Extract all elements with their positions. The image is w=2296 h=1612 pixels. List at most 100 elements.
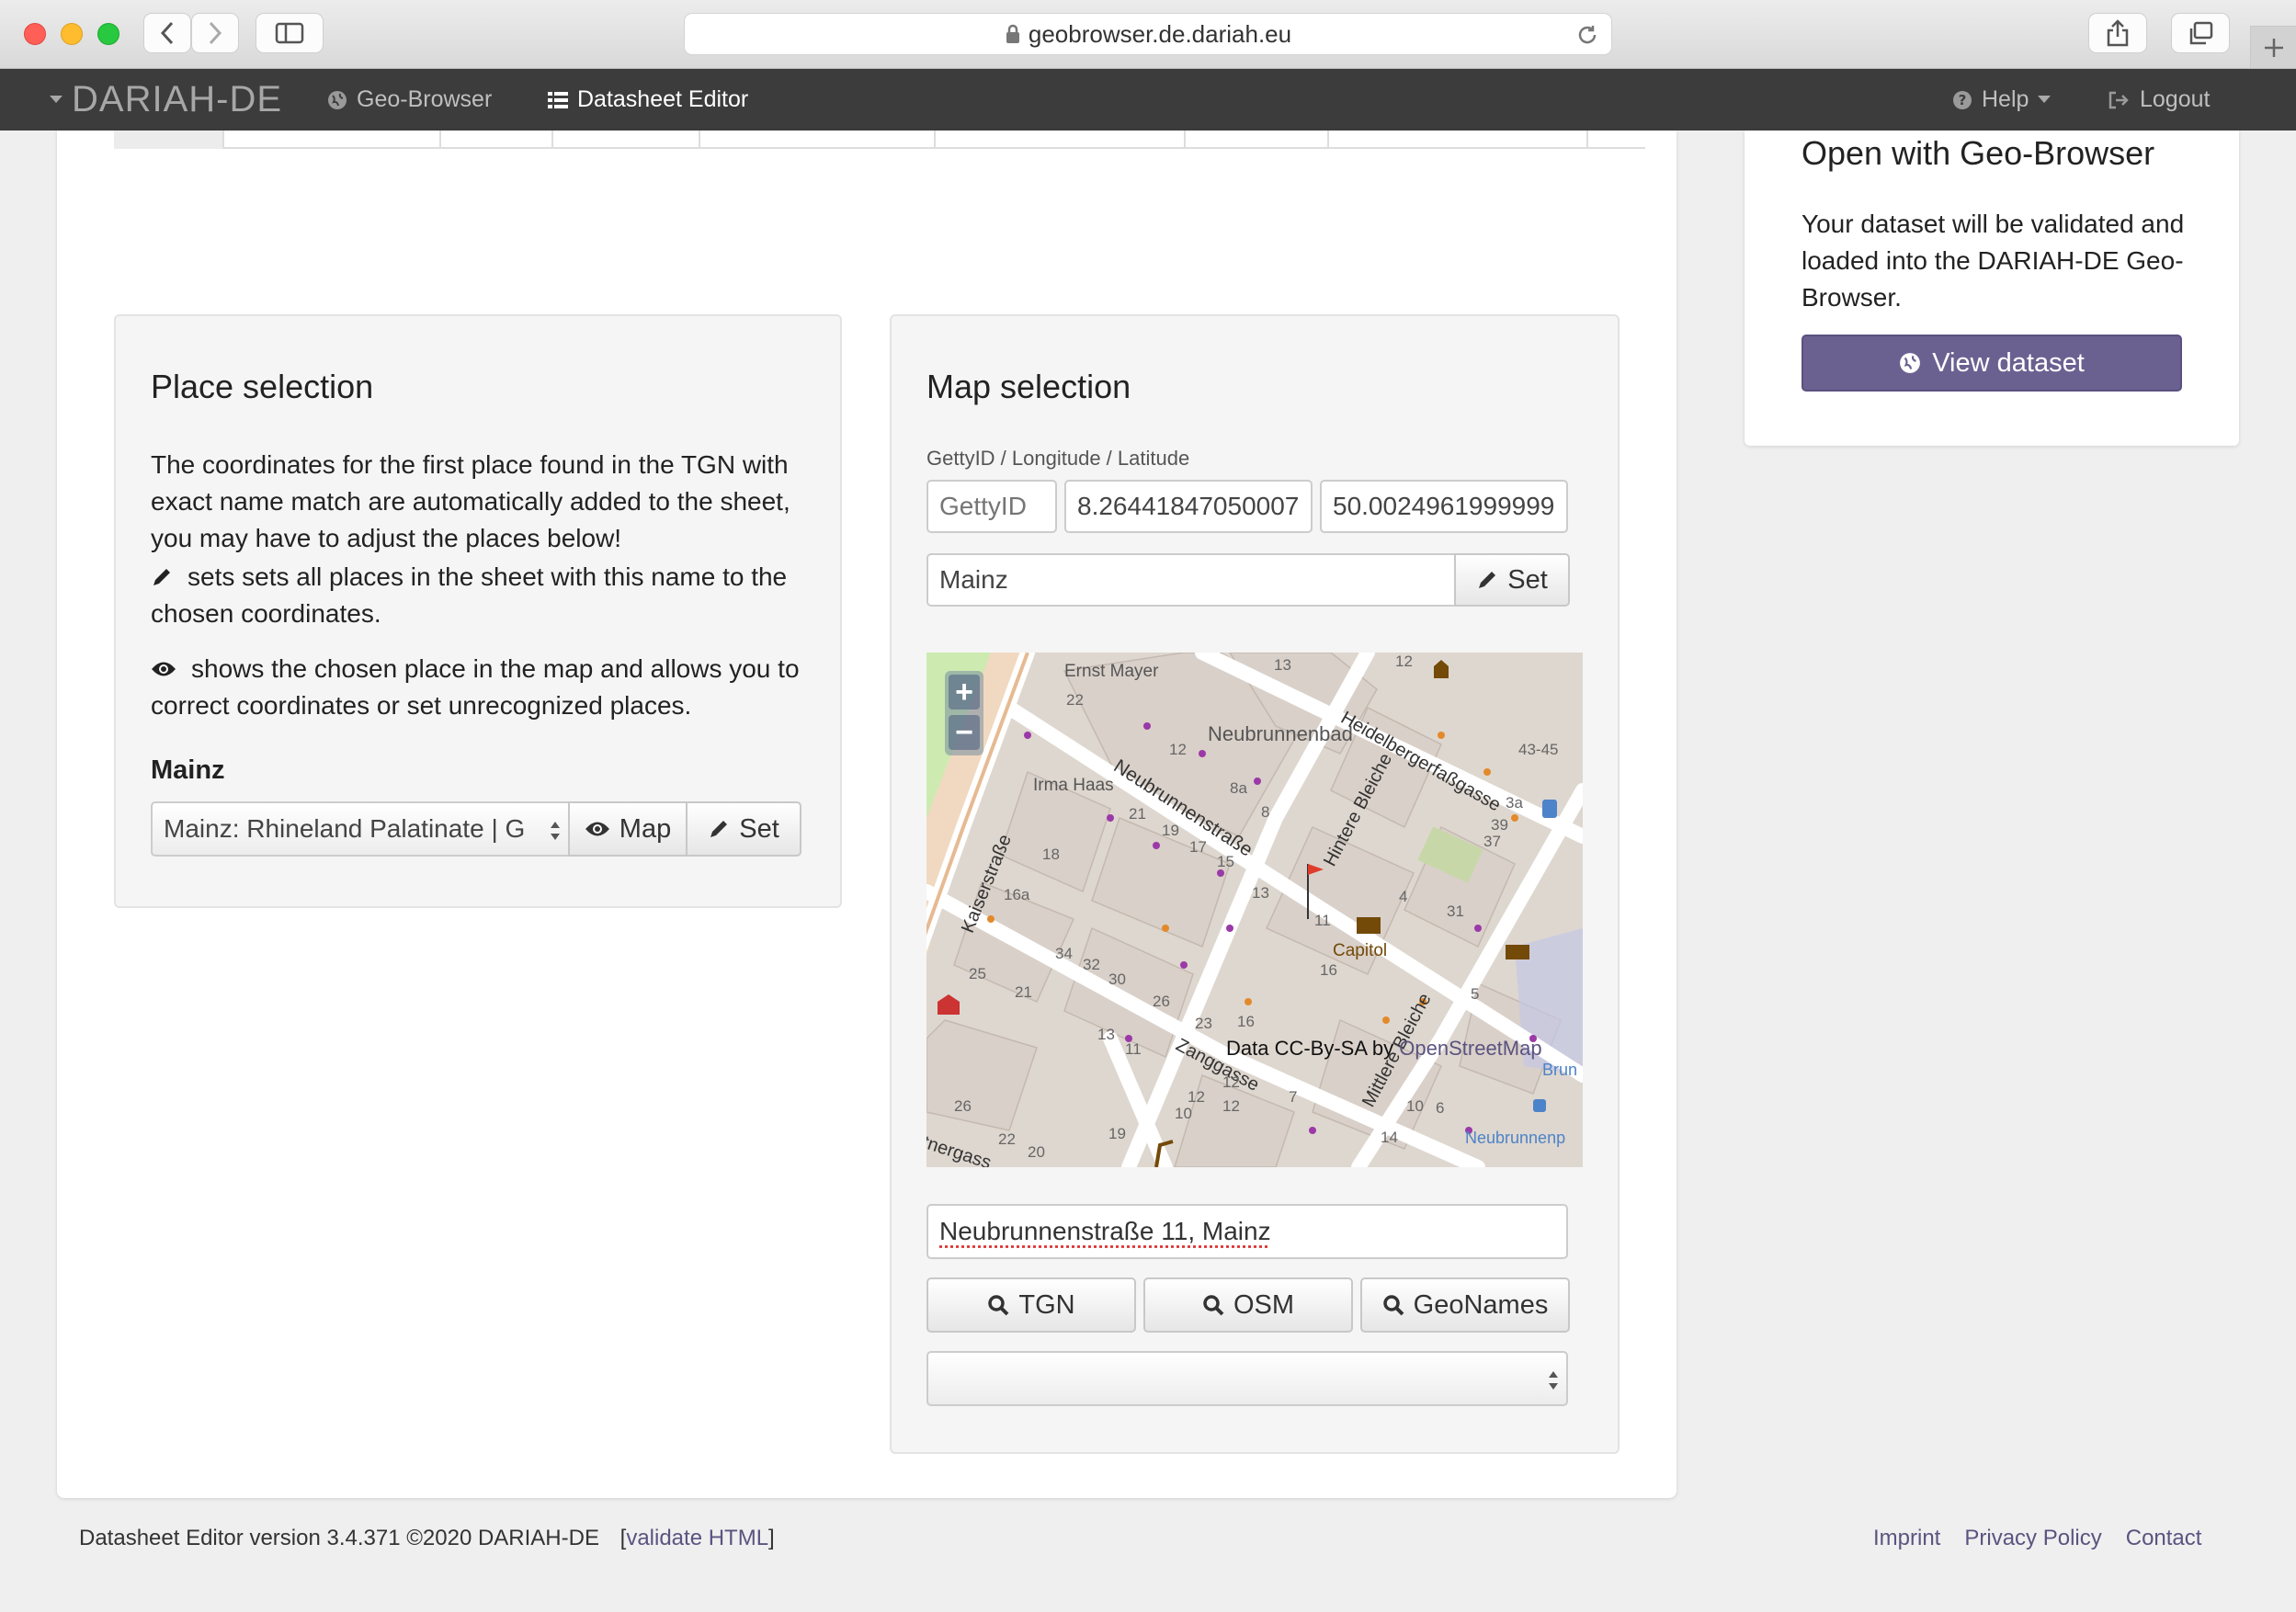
tabs-overview-button[interactable] [2171, 13, 2230, 53]
map-house-number: 30 [1108, 971, 1126, 988]
open-with-geobrowser-card: Open with Geo-Browser Your dataset will … [1745, 131, 2239, 446]
map-house-number: 22 [998, 1130, 1016, 1148]
globe-icon [1900, 353, 1921, 373]
map-label: Neubrunnenp [1465, 1129, 1566, 1147]
map-label: Neubrunnenbad [1208, 722, 1353, 745]
map-house-number: 11 [1125, 1040, 1142, 1058]
nav-item-label: Geo-Browser [357, 86, 493, 112]
place-set-button[interactable]: Set [686, 801, 801, 857]
eye-icon [152, 662, 176, 676]
map-house-number: 26 [1153, 993, 1170, 1010]
map-house-number: 12 [1188, 1088, 1205, 1106]
place-selection-panel: Place selection The coordinates for the … [114, 314, 842, 908]
map-house-number: 21 [1015, 983, 1032, 1001]
map-house-number: 12 [1222, 1097, 1240, 1115]
map-place-input[interactable]: Mainz [926, 553, 1458, 607]
getty-id-field[interactable] [928, 482, 1055, 531]
zoom-control: + − [945, 671, 983, 755]
table-remnant [114, 131, 1645, 149]
help-label: Help [1982, 86, 2029, 112]
map-house-number: 25 [969, 965, 986, 982]
map-label: Capitol [1333, 941, 1388, 960]
map-set-label: Set [1507, 564, 1548, 595]
map-house-number: 34 [1055, 945, 1073, 962]
map-house-number: 15 [1217, 853, 1234, 870]
address-search-input[interactable]: Neubrunnenstraße 11, Mainz [926, 1204, 1568, 1259]
address-bar[interactable]: geobrowser.de.dariah.eu [684, 13, 1612, 55]
plus-icon [2264, 38, 2283, 57]
zoom-in-button[interactable]: + [949, 675, 980, 710]
map-house-number: 19 [1162, 822, 1179, 839]
browser-toolbar: geobrowser.de.dariah.eu [0, 0, 2296, 69]
forward-button[interactable] [191, 13, 239, 53]
main-content-card: Place selection The coordinates for the … [57, 131, 1677, 1498]
osm-search-button[interactable]: OSM [1143, 1277, 1353, 1333]
close-window-button[interactable] [24, 23, 46, 45]
new-tab-button[interactable] [2250, 26, 2296, 68]
view-dataset-button[interactable]: View dataset [1802, 335, 2182, 392]
map-house-number: 8 [1261, 803, 1270, 821]
zoom-out-button[interactable]: − [949, 715, 980, 750]
version-text: Datasheet Editor version 3.4.371 ©2020 D… [79, 1526, 599, 1550]
privacy-policy-link[interactable]: Privacy Policy [1964, 1526, 2101, 1551]
view-dataset-label: View dataset [1932, 347, 2085, 378]
latitude-value: 50.0024961999999 [1333, 492, 1555, 520]
map-house-number: 31 [1447, 902, 1464, 920]
map-house-number: 3a [1506, 794, 1523, 812]
osm-map[interactable]: Ernst Mayer Neubrunnenbad Heidelbergerfa… [926, 653, 1583, 1167]
map-house-number: 20 [1028, 1143, 1045, 1161]
sidebar-text: Your dataset will be validated and loade… [1802, 210, 2185, 312]
nav-item-label: Datasheet Editor [577, 86, 749, 112]
validate-html-link[interactable]: validate HTML [626, 1526, 768, 1550]
map-house-number: 16 [1320, 961, 1337, 979]
tabs-icon [2189, 21, 2213, 45]
nav-item-geo-browser[interactable]: Geo-Browser [327, 69, 492, 131]
latitude-input[interactable]: 50.0024961999999 [1320, 480, 1568, 533]
sidebar-toggle-button[interactable] [256, 13, 324, 53]
search-results-select[interactable] [926, 1351, 1568, 1406]
list-icon [548, 91, 568, 108]
map-house-number: 13 [1274, 656, 1291, 674]
share-button[interactable] [2088, 13, 2147, 53]
map-house-number: 10 [1406, 1097, 1424, 1115]
openstreetmap-link[interactable]: OpenStreetMap [1399, 1037, 1541, 1060]
select-arrows-icon [551, 822, 560, 840]
maximize-window-button[interactable] [97, 23, 119, 45]
map-house-number: 16 [1237, 1013, 1255, 1030]
svg-text:?: ? [1959, 92, 1967, 108]
map-set-button[interactable]: Set [1454, 553, 1570, 607]
place-candidate-select[interactable]: Mainz: Rhineland Palatinate | G [151, 801, 570, 857]
caret-down-icon [2038, 96, 2052, 103]
search-icon [1382, 1295, 1404, 1316]
minimize-window-button[interactable] [61, 23, 83, 45]
contact-link[interactable]: Contact [2126, 1526, 2202, 1551]
longitude-value: 8.26441847050007 [1077, 492, 1300, 520]
lock-icon [1006, 24, 1019, 43]
map-house-number: 14 [1381, 1129, 1398, 1146]
back-button[interactable] [143, 13, 191, 53]
map-house-number: 13 [1097, 1026, 1115, 1043]
imprint-link[interactable]: Imprint [1873, 1526, 1940, 1551]
map-button[interactable]: Map [568, 801, 688, 857]
logout-label: Logout [2140, 86, 2211, 112]
geonames-label: GeoNames [1413, 1289, 1549, 1320]
question-circle-icon: ? [1953, 90, 1972, 109]
map-house-number: 26 [954, 1097, 972, 1115]
getty-id-input[interactable] [926, 480, 1057, 533]
place-selection-title: Place selection [151, 368, 374, 405]
nav-item-datasheet-editor[interactable]: Datasheet Editor [548, 69, 748, 131]
geonames-search-button[interactable]: GeoNames [1360, 1277, 1570, 1333]
reload-icon[interactable] [1576, 24, 1598, 46]
longitude-input[interactable]: 8.26441847050007 [1064, 480, 1313, 533]
footer-version: Datasheet Editor version 3.4.371 ©2020 D… [79, 1526, 775, 1551]
map-house-number: 8a [1230, 779, 1247, 797]
coordinate-fields-label: GettyID / Longitude / Latitude [926, 447, 1190, 470]
map-house-number: 13 [1252, 884, 1269, 902]
logout-link[interactable]: Logout [2108, 69, 2210, 131]
osm-label: OSM [1233, 1289, 1295, 1320]
tgn-search-button[interactable]: TGN [926, 1277, 1136, 1333]
brand-link[interactable]: DARIAH-DE [50, 69, 282, 131]
attribution-text: Data CC-By-SA by [1226, 1037, 1400, 1060]
map-selection-panel: Map selection GettyID / Longitude / Lati… [890, 314, 1620, 1454]
help-menu[interactable]: ? Help [1952, 69, 2052, 131]
